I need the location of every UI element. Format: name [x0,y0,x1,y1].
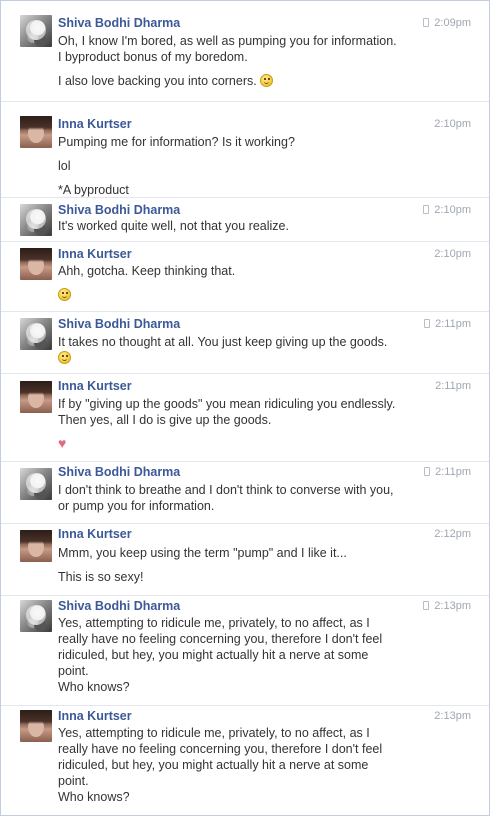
sender-name[interactable]: Inna Kurtser [58,247,132,261]
message-line: Who knows? [58,790,130,804]
avatar[interactable] [20,468,52,500]
message: Shiva Bodhi Dharma 2:11pm I don't think … [1,461,489,524]
message-line: Yes, attempting to ridicule me, privatel… [58,616,370,630]
message: Inna Kurtser 2:13pm Yes, attempting to r… [1,705,489,816]
chat-conversation: Shiva Bodhi Dharma 2:09pm Oh, I know I'm… [0,0,490,816]
timestamp-text: 2:10pm [434,204,471,216]
message-line: This is so sexy! [58,570,144,584]
message-line: I don't think to breathe and I don't thi… [58,483,394,497]
message: Shiva Bodhi Dharma 2:09pm Oh, I know I'm… [1,1,489,101]
mobile-phone-icon [423,601,430,610]
message-line: Yes, attempting to ridicule me, privatel… [58,726,370,740]
message: Shiva Bodhi Dharma 2:13pm Yes, attemptin… [1,595,489,706]
sender-name[interactable]: Shiva Bodhi Dharma [58,599,180,613]
timestamp-text: 2:11pm [435,318,471,330]
timestamp: 2:11pm [424,318,471,330]
message-line [58,350,438,366]
avatar[interactable] [20,116,52,148]
timestamp: 2:10pm [434,118,471,130]
message-line: point. [58,664,89,678]
message-line: Pumping me for information? Is it workin… [58,135,295,149]
message-line [58,287,438,303]
avatar[interactable] [20,204,52,236]
sender-name[interactable]: Shiva Bodhi Dharma [58,317,180,331]
avatar[interactable] [20,600,52,632]
message-line: Oh, I know I'm bored, as well as pumping… [58,34,397,48]
heart-emoji-icon: ♥ [58,435,67,451]
message-body: Pumping me for information? Is it workin… [58,134,438,198]
sender-name[interactable]: Shiva Bodhi Dharma [58,203,180,217]
avatar[interactable] [20,318,52,350]
timestamp: 2:13pm [434,710,471,722]
message-text: I also love backing you into corners. [58,74,257,88]
message-line: Ahh, gotcha. Keep thinking that. [58,264,236,278]
sender-name[interactable]: Inna Kurtser [58,379,132,393]
message-body: Ahh, gotcha. Keep thinking that. [58,263,438,303]
sender-name[interactable]: Inna Kurtser [58,709,132,723]
smiley-emoji-icon [58,351,71,364]
timestamp: 2:12pm [434,528,471,540]
smiley-emoji-icon [260,74,274,87]
timestamp: 2:09pm [423,17,471,29]
mobile-phone-icon [423,18,430,27]
message: Inna Kurtser 2:12pm Mmm, you keep using … [1,523,489,596]
message-body: It's worked quite well, not that you rea… [58,218,438,234]
message-line: Who knows? [58,680,130,694]
avatar[interactable] [20,15,52,47]
message-body: Oh, I know I'm bored, as well as pumping… [58,33,438,89]
message: Inna Kurtser 2:10pm Ahh, gotcha. Keep th… [1,241,489,312]
message-line: ridiculed, but hey, you might actually h… [58,758,369,772]
message: Shiva Bodhi Dharma 2:11pm It takes no th… [1,311,489,374]
message-line: Mmm, you keep using the term "pump" and … [58,546,347,560]
avatar[interactable] [20,530,52,562]
message-line: If by "giving up the goods" you mean rid… [58,397,396,411]
message-body: It takes no thought at all. You just kee… [58,334,438,366]
avatar[interactable] [20,248,52,280]
sender-name[interactable]: Shiva Bodhi Dharma [58,465,180,479]
timestamp-text: 2:13pm [434,600,471,612]
message-body: Yes, attempting to ridicule me, privatel… [58,615,438,695]
message-body: Yes, attempting to ridicule me, privatel… [58,725,438,805]
message-line: I also love backing you into corners. [58,73,438,89]
avatar[interactable] [20,381,52,413]
message: Shiva Bodhi Dharma 2:10pm It's worked qu… [1,197,489,242]
message-body: If by "giving up the goods" you mean rid… [58,396,438,450]
sender-name[interactable]: Shiva Bodhi Dharma [58,16,180,30]
message-line: I byproduct bonus of my boredom. [58,50,248,64]
message-line: really have no feeling concerning you, t… [58,632,383,646]
message-body: I don't think to breathe and I don't thi… [58,482,438,514]
message-line: Then yes, all I do is give up the goods. [58,413,272,427]
avatar[interactable] [20,710,52,742]
sender-name[interactable]: Inna Kurtser [58,117,132,131]
timestamp-text: 2:11pm [435,466,471,478]
message-line: or pump you for information. [58,499,215,513]
message-line: point. [58,774,89,788]
message-line: It takes no thought at all. You just kee… [58,335,388,349]
message-line: *A byproduct [58,183,129,197]
message: Inna Kurtser 2:11pm If by "giving up the… [1,373,489,462]
mobile-phone-icon [424,319,431,328]
smiley-emoji-icon [58,288,71,301]
message-line: really have no feeling concerning you, t… [58,742,383,756]
timestamp: 2:13pm [423,600,471,612]
timestamp: 2:11pm [424,466,471,478]
timestamp-text: 2:09pm [434,17,471,29]
timestamp: 2:10pm [434,248,471,260]
message-body: Mmm, you keep using the term "pump" and … [58,545,438,585]
message-line: ridiculed, but hey, you might actually h… [58,648,369,662]
message: Inna Kurtser 2:10pm Pumping me for infor… [1,101,489,198]
mobile-phone-icon [424,467,431,476]
sender-name[interactable]: Inna Kurtser [58,527,132,541]
message-line: lol [58,159,71,173]
mobile-phone-icon [423,205,430,214]
timestamp: 2:10pm [423,204,471,216]
timestamp: 2:11pm [435,380,471,392]
message-line: It's worked quite well, not that you rea… [58,219,289,233]
